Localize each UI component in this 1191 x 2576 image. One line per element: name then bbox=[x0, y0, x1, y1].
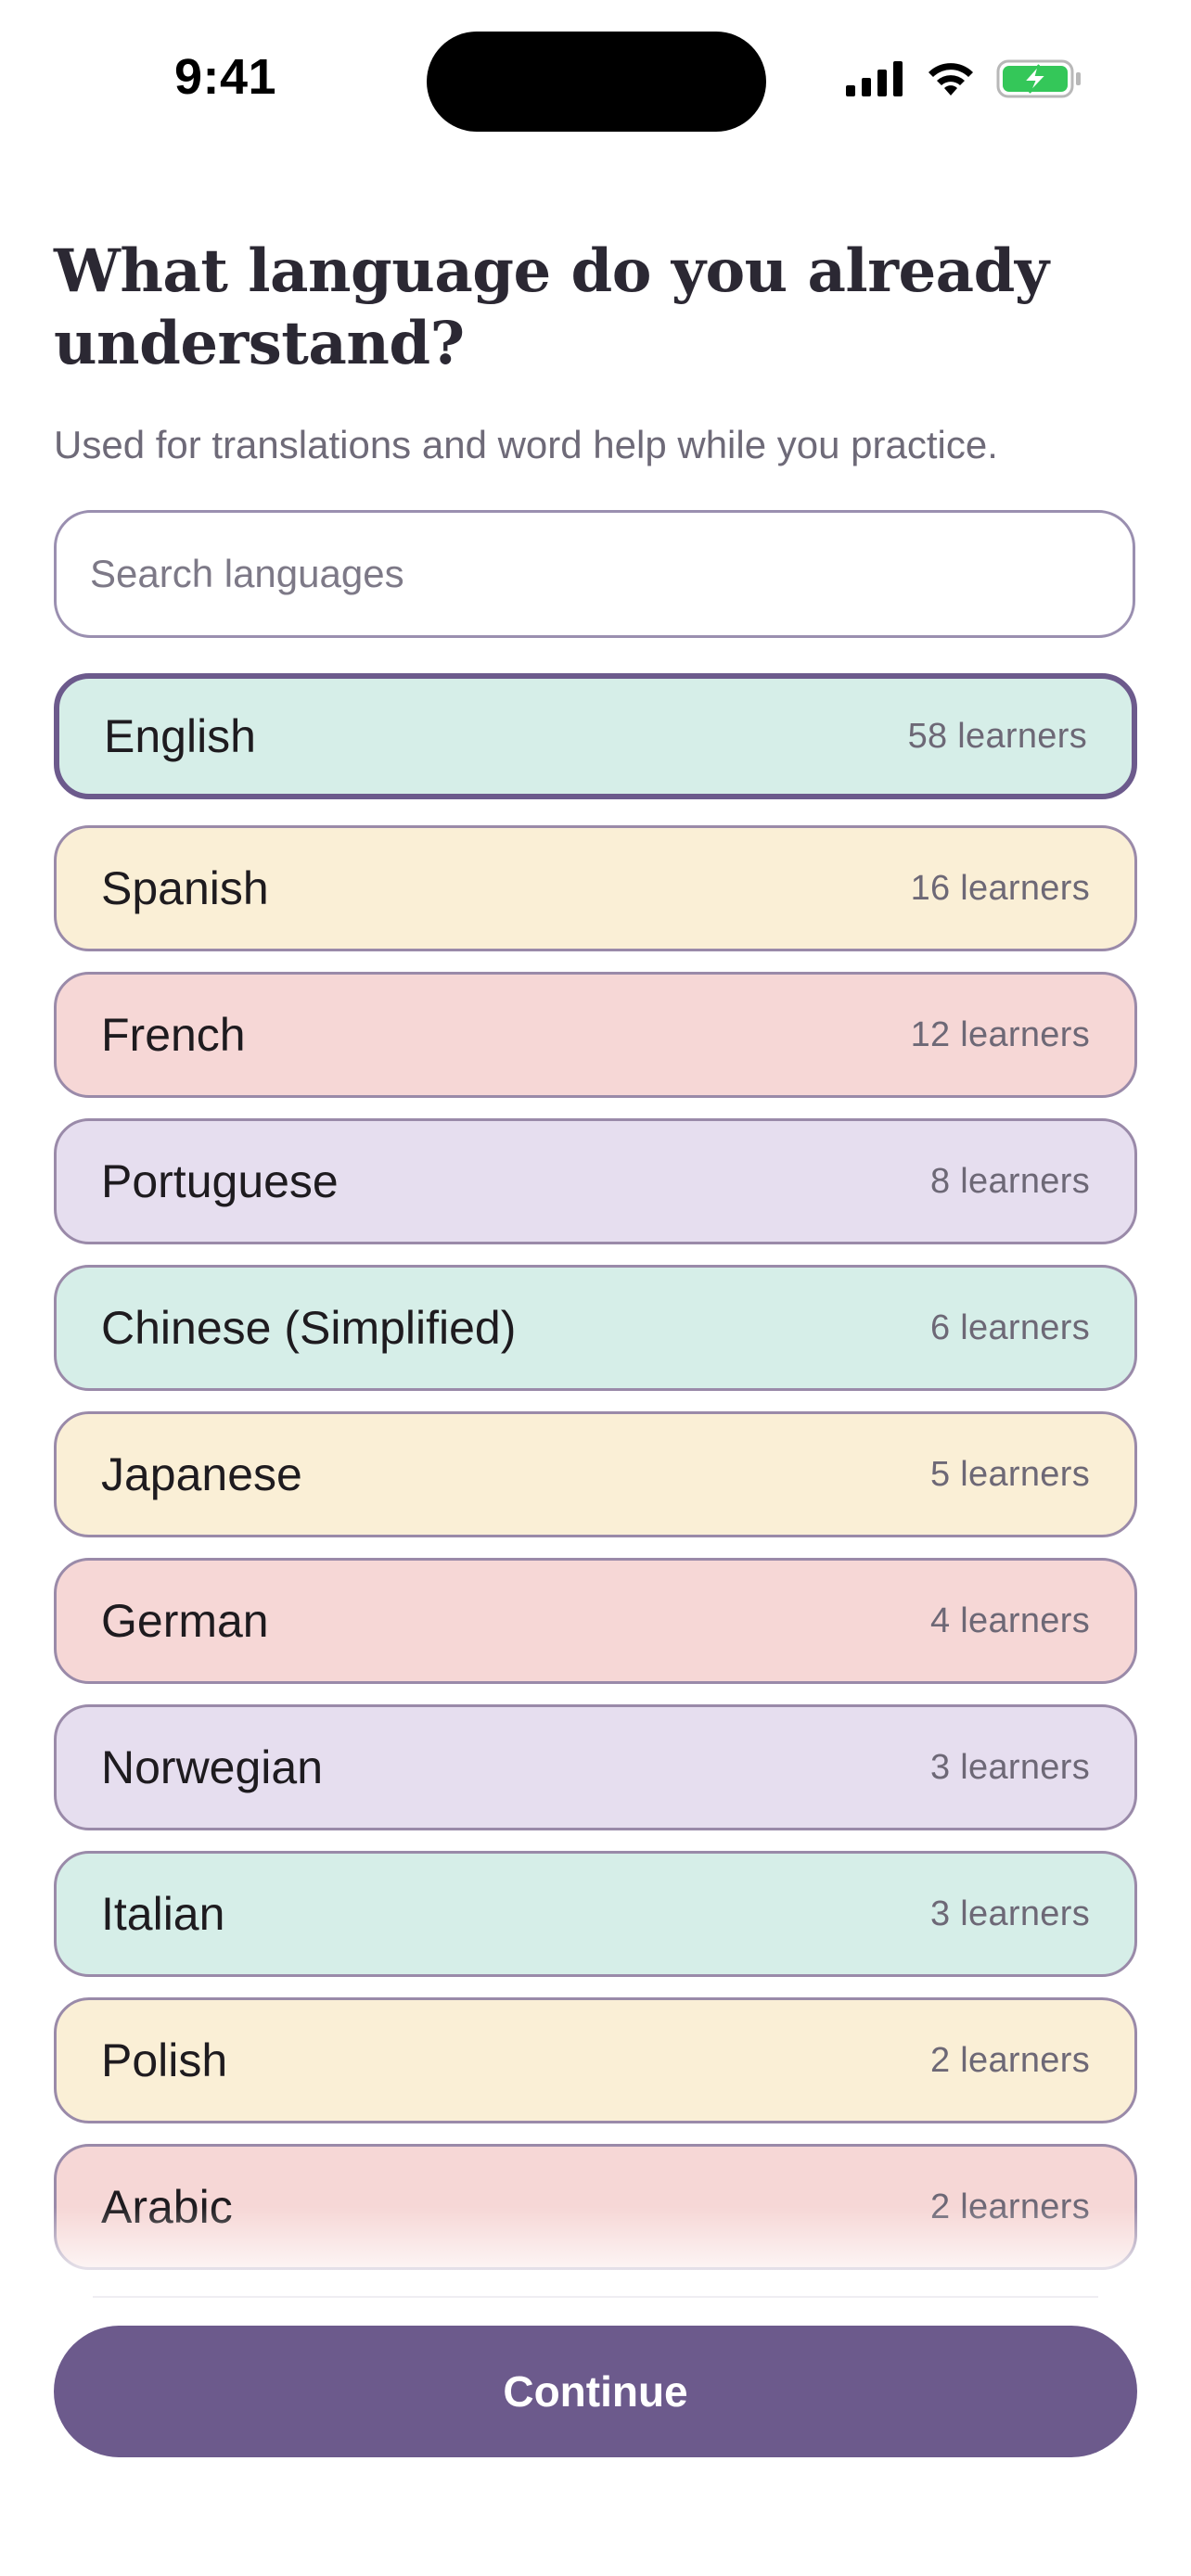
language-option-chinese-simplified[interactable]: Chinese (Simplified) 6 learners bbox=[54, 1265, 1137, 1391]
language-name: English bbox=[104, 710, 256, 762]
language-name: Italian bbox=[101, 1888, 225, 1940]
language-option-arabic[interactable]: Arabic 2 learners bbox=[54, 2144, 1137, 2270]
language-option-french[interactable]: French 12 learners bbox=[54, 972, 1137, 1098]
learner-count: 2 learners bbox=[930, 2187, 1090, 2226]
language-option-spanish[interactable]: Spanish 16 learners bbox=[54, 825, 1137, 951]
language-list[interactable]: English 58 learners Spanish 16 learners … bbox=[54, 671, 1137, 2303]
language-option-italian[interactable]: Italian 3 learners bbox=[54, 1851, 1137, 1977]
language-name: Chinese (Simplified) bbox=[101, 1302, 517, 1354]
learner-count: 2 learners bbox=[930, 2040, 1090, 2080]
cellular-signal-icon bbox=[846, 61, 903, 96]
language-option-norwegian[interactable]: Norwegian 3 learners bbox=[54, 1704, 1137, 1830]
learner-count: 6 learners bbox=[930, 1307, 1090, 1347]
wifi-icon bbox=[928, 63, 973, 96]
language-name: Arabic bbox=[101, 2181, 233, 2233]
language-option-portuguese[interactable]: Portuguese 8 learners bbox=[54, 1118, 1137, 1244]
status-icons bbox=[846, 59, 1082, 98]
language-name: Japanese bbox=[101, 1448, 302, 1500]
language-option-english[interactable]: English 58 learners bbox=[54, 673, 1137, 799]
language-name: German bbox=[101, 1595, 269, 1647]
language-name: Portuguese bbox=[101, 1155, 339, 1207]
battery-charging-icon bbox=[996, 59, 1081, 98]
learner-count: 3 learners bbox=[930, 1747, 1090, 1787]
learner-count: 5 learners bbox=[930, 1454, 1090, 1494]
learner-count: 16 learners bbox=[910, 868, 1090, 908]
continue-button[interactable]: Continue bbox=[54, 2326, 1137, 2457]
language-name: Polish bbox=[101, 2034, 228, 2086]
list-divider bbox=[93, 2296, 1098, 2298]
language-option-polish[interactable]: Polish 2 learners bbox=[54, 1997, 1137, 2123]
page-subtitle: Used for translations and word help whil… bbox=[54, 423, 998, 466]
status-bar: 9:41 bbox=[0, 0, 1191, 148]
status-time: 9:41 bbox=[174, 49, 277, 105]
learner-count: 12 learners bbox=[910, 1014, 1090, 1054]
page-title: What language do you already understand? bbox=[54, 236, 1049, 378]
language-option-japanese[interactable]: Japanese 5 learners bbox=[54, 1411, 1137, 1537]
dynamic-island bbox=[427, 32, 766, 132]
language-name: Spanish bbox=[101, 862, 269, 914]
learner-count: 58 learners bbox=[907, 716, 1087, 756]
search-input[interactable] bbox=[54, 510, 1135, 638]
language-name: Norwegian bbox=[101, 1741, 324, 1793]
learner-count: 4 learners bbox=[930, 1600, 1090, 1640]
learner-count: 3 learners bbox=[930, 1894, 1090, 1933]
language-name: French bbox=[101, 1009, 246, 1061]
language-option-german[interactable]: German 4 learners bbox=[54, 1558, 1137, 1684]
learner-count: 8 learners bbox=[930, 1161, 1090, 1201]
